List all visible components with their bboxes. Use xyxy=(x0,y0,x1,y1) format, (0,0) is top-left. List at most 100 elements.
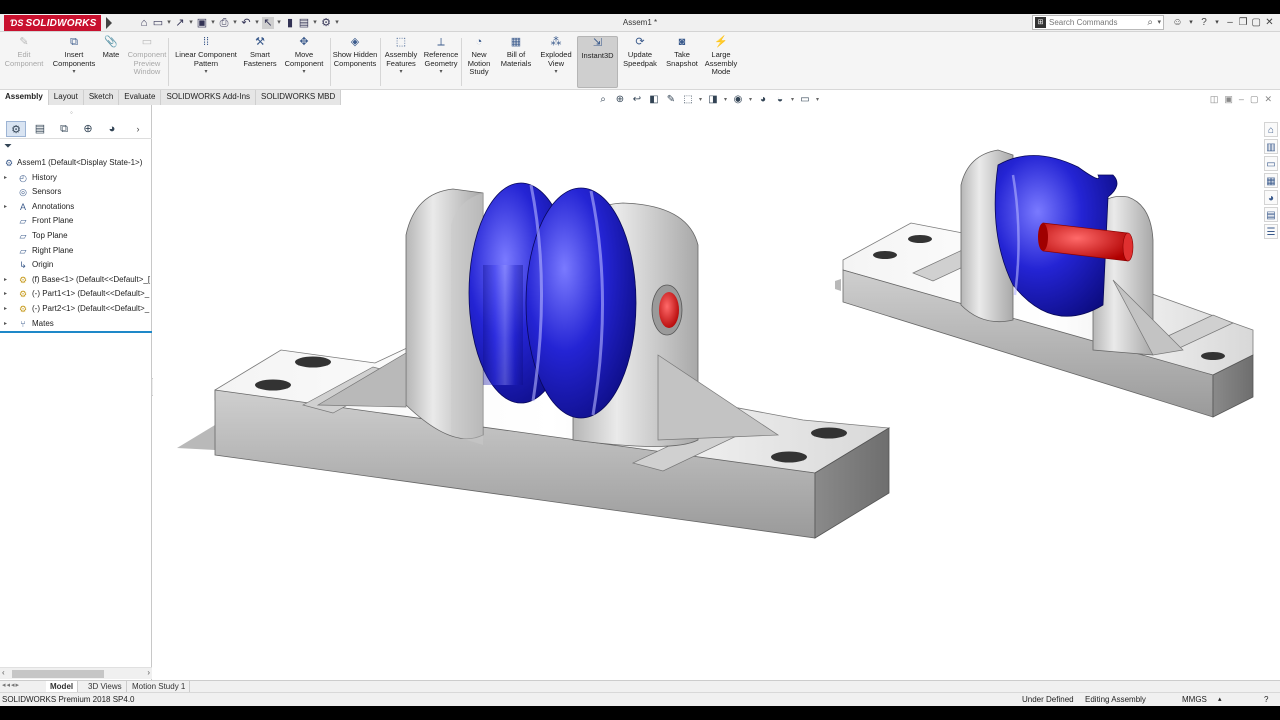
rollback-bar[interactable] xyxy=(0,331,152,333)
expand-arrow-icon[interactable]: ▸ xyxy=(4,200,10,215)
search-commands-box[interactable]: ⊞ Search Commands ⌕ ▾ xyxy=(1032,15,1164,30)
close-icon[interactable]: ✕ xyxy=(1265,16,1274,30)
search-icon[interactable]: ⌕ xyxy=(1147,16,1153,29)
user-icon[interactable]: ☺ xyxy=(1172,16,1182,30)
forum-icon[interactable]: ☰ xyxy=(1264,224,1278,239)
tree-item-part2[interactable]: ▸ ⚙ (-) Part2<1> (Default<<Default>_ xyxy=(0,302,152,317)
mounting-hole xyxy=(255,379,291,391)
file-explorer-icon[interactable]: ▭ xyxy=(1264,156,1278,171)
mate-button[interactable]: 📎 Mate xyxy=(100,36,122,60)
tab-assembly[interactable]: Assembly xyxy=(0,90,49,105)
tree-item-mates[interactable]: ▸ ⑂ Mates xyxy=(0,317,152,332)
chevron-down-icon[interactable]: ▾ xyxy=(280,68,328,76)
tree-item-history[interactable]: ▸ ◴ History xyxy=(0,171,152,186)
move-component-button[interactable]: ✥ Move Component ▾ xyxy=(280,36,328,76)
panel-grip-icon[interactable]: ◦ xyxy=(70,108,73,117)
chevron-down-icon[interactable]: ▾ xyxy=(1157,16,1161,29)
new-motion-study-button[interactable]: ◔ New Motion Study xyxy=(463,36,495,77)
expand-arrow-icon[interactable]: ▸ xyxy=(4,171,10,186)
chevron-down-icon[interactable]: ▾ xyxy=(382,68,420,76)
chevron-down-icon[interactable]: ▾ xyxy=(50,68,98,76)
assembly-model-view[interactable] xyxy=(153,105,1264,680)
tab-addins[interactable]: SOLIDWORKS Add-Ins xyxy=(161,90,257,105)
close-icon[interactable]: ✕ xyxy=(1264,94,1272,105)
split-view-icon[interactable]: ◫ xyxy=(1210,94,1219,105)
scroll-left-icon[interactable]: ‹ xyxy=(2,668,5,677)
take-snapshot-button[interactable]: ◙ Take Snapshot xyxy=(662,36,702,68)
maximize-icon[interactable]: ▢ xyxy=(1250,94,1259,105)
feature-tree-tab-icon[interactable]: ⚙ xyxy=(6,121,26,137)
motion-study-icon: ◔ xyxy=(475,36,483,48)
chevron-down-icon[interactable]: ▾ xyxy=(421,68,461,76)
chevron-down-icon[interactable]: ▾ xyxy=(1213,16,1222,30)
tab-navigation-icons[interactable]: ◂◂◂▸ xyxy=(2,681,20,689)
property-manager-tab-icon[interactable]: ▤ xyxy=(30,121,50,137)
tree-item-sensors[interactable]: ◎ Sensors xyxy=(0,185,152,200)
tree-item-base[interactable]: ▸ ⚙ (f) Base<1> (Default<<Default>_[ xyxy=(0,273,152,288)
restore-icon[interactable]: ❐ xyxy=(1239,16,1248,30)
expand-arrow-icon[interactable]: ▸ xyxy=(4,273,10,288)
display-manager-tab-icon[interactable]: ◕ xyxy=(102,121,122,137)
component-preview-window-button[interactable]: ▭ Component Preview Window xyxy=(124,36,170,77)
expand-arrow-icon[interactable]: ▸ xyxy=(4,317,10,332)
chevron-down-icon[interactable]: ▾ xyxy=(172,68,240,76)
tab-mbd[interactable]: SOLIDWORKS MBD xyxy=(256,90,342,105)
tab-sketch[interactable]: Sketch xyxy=(83,90,120,105)
tree-item-label: Annotations xyxy=(32,201,75,211)
assembly-small[interactable] xyxy=(835,149,1254,418)
expand-arrow-icon[interactable]: ▸ xyxy=(4,287,10,302)
instant3d-button[interactable]: ⇲ Instant3D xyxy=(577,36,618,88)
custom-properties-icon[interactable]: ▤ xyxy=(1264,207,1278,222)
home-icon[interactable]: ⌂ xyxy=(1264,122,1278,137)
chevron-up-icon[interactable]: ▴ xyxy=(1218,693,1222,706)
search-mode-icon[interactable]: ⊞ xyxy=(1035,17,1046,28)
horizontal-scrollbar[interactable]: ‹ › xyxy=(0,667,152,679)
reference-geometry-button[interactable]: ⟂ Reference Geometry ▾ xyxy=(421,36,461,76)
tree-item-front-plane[interactable]: ▱ Front Plane xyxy=(0,214,152,229)
button-label: Move Component xyxy=(284,50,324,68)
configuration-manager-tab-icon[interactable]: ⧉ xyxy=(54,121,74,137)
tree-item-annotations[interactable]: ▸ A Annotations xyxy=(0,200,152,215)
tree-item-origin[interactable]: ↳ Origin xyxy=(0,258,152,273)
smart-fasteners-button[interactable]: ⚒ Smart Fasteners xyxy=(241,36,279,68)
button-label: Mate xyxy=(102,50,120,59)
filter-icon[interactable]: ⏷ xyxy=(4,141,12,152)
update-speedpak-button[interactable]: ⟳ Update Speedpak xyxy=(620,36,660,68)
status-help-icon[interactable]: ? xyxy=(1264,693,1268,706)
view-palette-icon[interactable]: ▦ xyxy=(1264,173,1278,188)
help-icon[interactable]: ? xyxy=(1200,16,1209,30)
appearances-icon[interactable]: ◕ xyxy=(1264,190,1278,205)
tab-evaluate[interactable]: Evaluate xyxy=(119,90,162,105)
restore-view-icon[interactable]: ▣ xyxy=(1224,94,1233,105)
chevron-right-icon[interactable]: › xyxy=(128,121,148,137)
design-library-icon[interactable]: ▥ xyxy=(1264,139,1278,154)
insert-components-button[interactable]: ⧉ Insert Components ▾ xyxy=(50,36,98,76)
chevron-down-icon[interactable]: ▾ xyxy=(537,68,575,76)
scroll-right-icon[interactable]: › xyxy=(147,668,150,677)
exploded-view-button[interactable]: ⁂ Exploded View ▾ xyxy=(537,36,575,76)
scroll-thumb[interactable] xyxy=(12,670,104,678)
minimize-icon[interactable]: – xyxy=(1239,94,1244,105)
assembly-features-button[interactable]: ⬚ Assembly Features ▾ xyxy=(382,36,420,76)
unit-system[interactable]: MMGS xyxy=(1182,693,1207,706)
button-label: Reference Geometry xyxy=(423,50,459,68)
maximize-icon[interactable]: ▢ xyxy=(1252,16,1261,30)
tree-item-right-plane[interactable]: ▱ Right Plane xyxy=(0,244,152,259)
mounting-hole xyxy=(771,451,807,463)
tab-layout[interactable]: Layout xyxy=(48,90,84,105)
tree-item-part1[interactable]: ▸ ⚙ (-) Part1<1> (Default<<Default>_ xyxy=(0,287,152,302)
expand-arrow-icon[interactable]: ▸ xyxy=(4,302,10,317)
minimize-icon[interactable]: – xyxy=(1226,16,1235,30)
show-hidden-components-button[interactable]: ◈ Show Hidden Components xyxy=(332,36,378,68)
part-icon: ⚙ xyxy=(18,274,28,285)
linear-pattern-button[interactable]: ⁞⁞ Linear Component Pattern ▾ xyxy=(172,36,240,76)
edit-component-button[interactable]: ✎ Edit Component xyxy=(2,36,46,68)
dimxpert-tab-icon[interactable]: ⊕ xyxy=(78,121,98,137)
tree-root[interactable]: ⚙ Assem1 (Default<Display State-1>) xyxy=(0,156,152,171)
large-assembly-mode-button[interactable]: ⚡ Large Assembly Mode xyxy=(703,36,739,77)
tree-item-top-plane[interactable]: ▱ Top Plane xyxy=(0,229,152,244)
bill-of-materials-button[interactable]: ▦ Bill of Materials xyxy=(497,36,535,68)
assembly-large[interactable] xyxy=(177,182,891,539)
chevron-down-icon[interactable]: ▾ xyxy=(1187,16,1196,30)
graphics-area[interactable] xyxy=(153,105,1264,680)
